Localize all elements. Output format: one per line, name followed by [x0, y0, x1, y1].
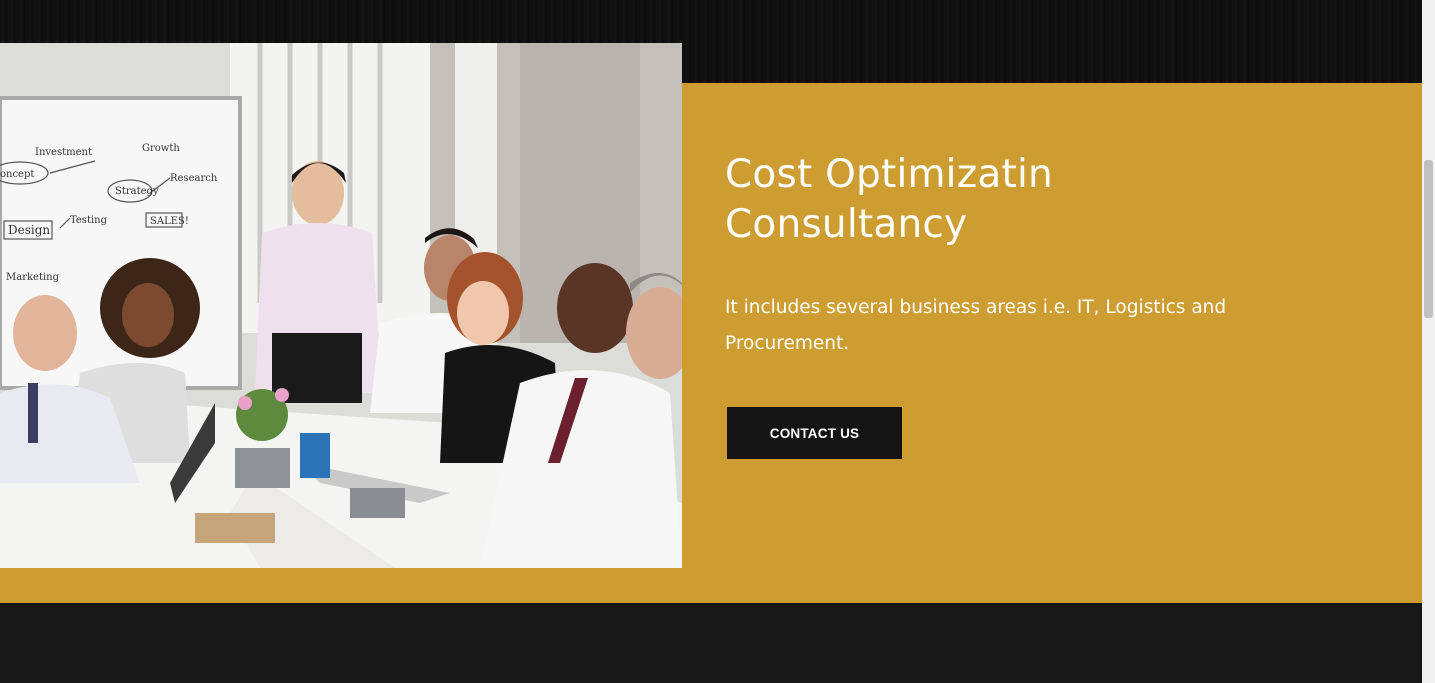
feature-content: Cost Optimizatin Consultancy It includes…: [725, 150, 1365, 362]
contact-us-button[interactable]: CONTACT US: [727, 407, 902, 459]
svg-text:Growth: Growth: [142, 143, 180, 154]
svg-text:Testing: Testing: [70, 215, 108, 226]
section-title-line1: Cost Optimizatin: [725, 152, 1053, 197]
section-title-line2: Consultancy: [725, 202, 968, 247]
business-meeting-photo: Investment Growth oncept Strategy Resear…: [0, 43, 682, 568]
svg-text:Research: Research: [170, 173, 218, 184]
svg-text:SALES!: SALES!: [150, 216, 189, 227]
svg-text:Design: Design: [8, 223, 50, 237]
svg-text:Investment: Investment: [35, 147, 92, 158]
section-title: Cost Optimizatin Consultancy: [725, 150, 1145, 250]
svg-text:Marketing: Marketing: [6, 272, 60, 283]
section-description: It includes several business areas i.e. …: [725, 297, 1227, 354]
next-section-band: [0, 603, 1422, 683]
page-scrollbar[interactable]: [1422, 0, 1435, 683]
scrollbar-thumb[interactable]: [1424, 160, 1433, 318]
svg-text:Strategy: Strategy: [115, 186, 159, 197]
svg-text:oncept: oncept: [0, 169, 34, 180]
